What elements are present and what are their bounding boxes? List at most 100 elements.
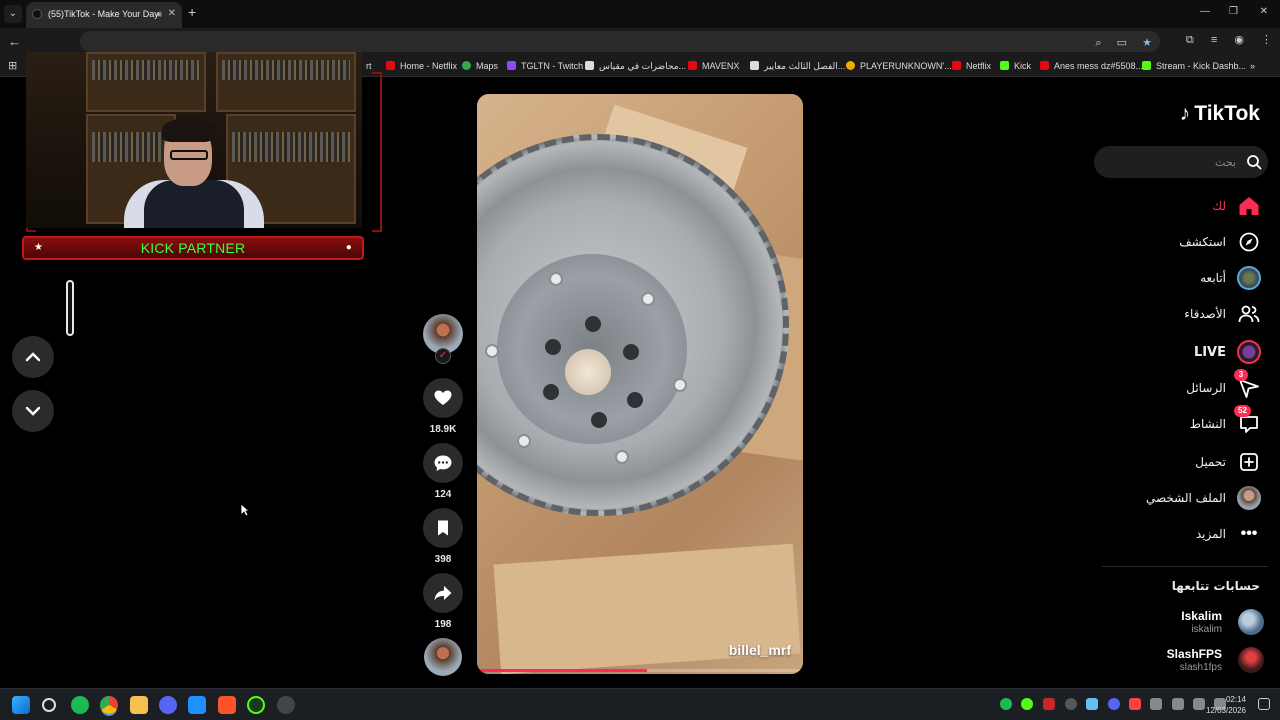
bookmark-item[interactable]: TGLTN - Twitch	[507, 61, 583, 71]
share-arrow-icon	[434, 586, 452, 601]
bookmark-item[interactable]: Netflix	[952, 61, 991, 71]
minimize-icon[interactable]: —	[1200, 6, 1210, 17]
zoom-icon[interactable]: ⌕	[1095, 37, 1101, 49]
video-progress-bar[interactable]	[477, 669, 803, 672]
send-icon: 3	[1234, 369, 1262, 401]
nav-more[interactable]: المزيد •••	[1196, 520, 1262, 548]
banner-text: KICK PARTNER	[140, 240, 246, 256]
search-input[interactable]	[1106, 153, 1236, 171]
tray-kick-icon[interactable]	[1021, 698, 1033, 710]
close-window-icon[interactable]: ✕	[1260, 6, 1268, 17]
spotify-icon[interactable]	[71, 696, 89, 714]
bookmark-item[interactable]: MAVENX	[688, 61, 739, 71]
bookmark-item[interactable]: Anes mess dz#5508...	[1040, 61, 1143, 71]
browser-tab[interactable]: (55)TikTok - Make Your Day 🔊︎ ✕	[26, 2, 182, 28]
windows-taskbar: 02:14 12/03/2026	[0, 688, 1280, 720]
windows-start-icon[interactable]	[12, 696, 30, 714]
close-tab-icon[interactable]: ✕	[168, 2, 176, 26]
tiktok-favicon-icon	[32, 9, 42, 19]
tray-spotify-icon[interactable]	[1000, 698, 1012, 710]
home-icon	[1236, 193, 1262, 219]
search-box[interactable]	[1094, 146, 1268, 178]
bookmark-item[interactable]: Maps	[462, 61, 498, 71]
video-player[interactable]: billel_mrf	[477, 94, 803, 674]
discord-icon[interactable]	[159, 696, 177, 714]
nav-profile[interactable]: الملف الشخصي	[1146, 484, 1262, 512]
save-button[interactable]	[423, 508, 463, 548]
menu-kebab-icon[interactable]: ⋮	[1261, 34, 1272, 46]
restore-icon[interactable]: ❐	[1229, 6, 1238, 17]
photos-icon[interactable]	[188, 696, 206, 714]
more-icon: •••	[1240, 525, 1258, 542]
search-taskbar-icon[interactable]	[42, 698, 56, 712]
brave-icon[interactable]	[218, 696, 236, 714]
video-username[interactable]: billel_mrf	[729, 642, 791, 658]
comment-button[interactable]	[423, 443, 463, 483]
search-icon[interactable]	[1246, 154, 1262, 170]
nav-friends[interactable]: الأصدقاء	[1184, 300, 1262, 328]
cast-icon[interactable]: ▭	[1117, 37, 1127, 49]
speaker-icon[interactable]: 🔊︎	[156, 2, 162, 26]
tray-network-icon[interactable]	[1172, 698, 1184, 710]
bookmark-item[interactable]: Home - Netflix	[386, 61, 457, 71]
taskbar-clock[interactable]: 02:14 12/03/2026	[1206, 694, 1246, 716]
tray-steam-icon[interactable]	[1065, 698, 1077, 710]
nav-following[interactable]: أتابعه	[1200, 264, 1262, 292]
compass-icon	[1236, 229, 1262, 255]
following-account[interactable]: SlashFPS slash1fps	[1110, 645, 1270, 681]
clock-time: 02:14	[1225, 695, 1246, 704]
previous-video-button[interactable]	[12, 336, 54, 378]
share-count: 198	[434, 619, 452, 630]
live-icon	[1236, 339, 1262, 365]
follow-check-icon[interactable]: ✓	[435, 348, 451, 364]
like-button[interactable]	[423, 378, 463, 418]
following-account[interactable]: Iskalim iskalim	[1110, 607, 1270, 643]
bookmark-item[interactable]: PLAYERUNKNOWN'...	[846, 61, 952, 71]
chevron-down-icon	[25, 406, 41, 416]
account-avatar	[1238, 647, 1264, 673]
nav-upload[interactable]: تحميل	[1195, 448, 1262, 476]
nav-for-you[interactable]: لك	[1212, 192, 1262, 220]
bookmark-item[interactable]: محاضرات في مقياس...	[585, 61, 686, 72]
nav-explore[interactable]: استكشف	[1179, 228, 1262, 256]
nav-messages[interactable]: الرسائل 3	[1186, 369, 1262, 402]
bookmark-star-icon[interactable]: ★	[1142, 37, 1152, 49]
tray-volume-icon[interactable]	[1193, 698, 1205, 710]
nav-live[interactable]: LIVE	[1194, 338, 1262, 366]
file-explorer-icon[interactable]	[130, 696, 148, 714]
next-video-button[interactable]	[12, 390, 54, 432]
media-icon[interactable]: ≡	[1211, 34, 1217, 46]
bookmark-item[interactable]: Stream - Kick Dashb...	[1142, 61, 1246, 71]
nav-activity[interactable]: النشاط 52	[1190, 405, 1262, 438]
tab-title: (55)TikTok - Make Your Day	[48, 9, 159, 19]
following-avatar-icon	[1236, 265, 1262, 291]
share-button[interactable]	[423, 573, 463, 613]
comment-icon	[434, 455, 452, 471]
notification-bell-icon[interactable]	[1258, 698, 1270, 710]
tray-app-icon[interactable]	[1086, 698, 1098, 710]
mouse-cursor-icon	[240, 503, 250, 517]
tray-shield-icon[interactable]	[1043, 698, 1055, 710]
tray-discord-icon[interactable]	[1108, 698, 1120, 710]
messages-badge: 3	[1234, 369, 1248, 381]
tab-search-button[interactable]: ⌄	[4, 5, 22, 23]
chrome-icon[interactable]	[100, 696, 118, 714]
browser-tab-bar: ⌄ (55)TikTok - Make Your Day 🔊︎ ✕ + — ❐ …	[0, 0, 1280, 28]
bookmark-item[interactable]: الفصل الثالث معايير...	[750, 61, 845, 72]
bookmark-item[interactable]: Kick	[1000, 61, 1031, 71]
extensions-icon[interactable]: ⧉	[1186, 34, 1194, 46]
activity-badge: 52	[1234, 405, 1251, 417]
save-count: 398	[434, 554, 452, 565]
account-avatar	[1238, 609, 1264, 635]
kick-app-icon[interactable]	[247, 696, 265, 714]
new-tab-button[interactable]: +	[188, 4, 196, 20]
kick-partner-banner: ★ KICK PARTNER ●	[22, 236, 364, 260]
tray-mic-icon[interactable]	[1150, 698, 1162, 710]
tray-record-icon[interactable]	[1129, 698, 1141, 710]
profile-icon[interactable]: ◉	[1234, 34, 1244, 46]
following-accounts-title: حسابات تتابعها	[1171, 579, 1260, 593]
tiktok-logo[interactable]: ♪ TikTok	[1180, 102, 1260, 126]
obs-icon[interactable]	[277, 696, 295, 714]
next-creator-avatar[interactable]	[424, 638, 462, 676]
bookmarks-overflow-icon[interactable]: »	[1250, 61, 1255, 71]
